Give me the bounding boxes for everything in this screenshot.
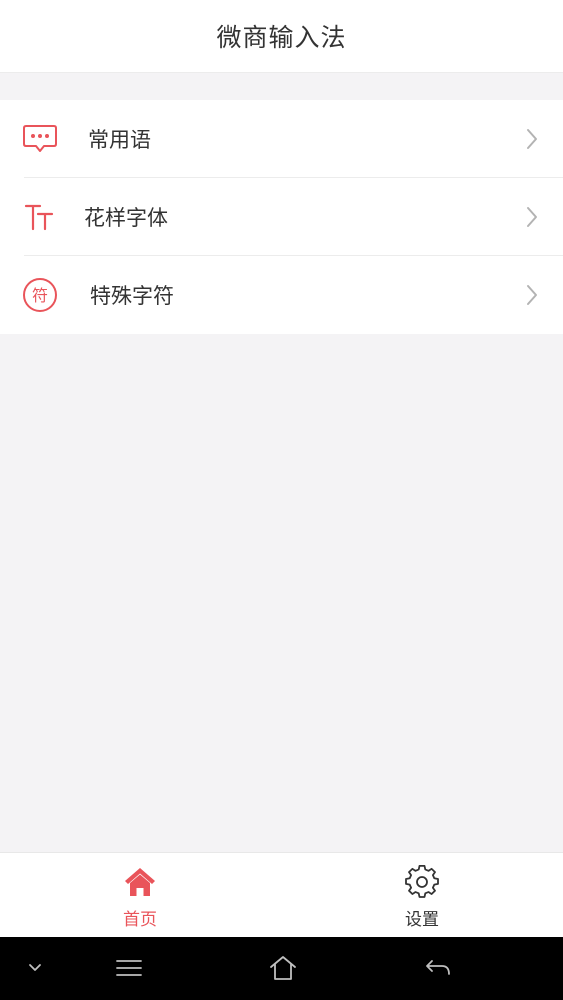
symbol-icon-glyph: 符 xyxy=(32,286,48,305)
menu-item-common-phrases[interactable]: 常用语 xyxy=(0,100,563,178)
tab-label: 首页 xyxy=(123,910,157,930)
symbol-fu-icon: 符 xyxy=(22,277,58,313)
chevron-right-icon xyxy=(525,128,539,150)
menu-item-label: 特殊字符 xyxy=(90,284,174,308)
app-header: 微商输入法 xyxy=(0,0,563,72)
gear-icon xyxy=(405,865,439,899)
menu-item-label: 花样字体 xyxy=(84,206,168,230)
bottom-tab-bar: 首页 设置 xyxy=(0,852,563,938)
menu-icon[interactable] xyxy=(112,951,146,985)
chevron-right-icon xyxy=(525,206,539,228)
tab-home[interactable]: 首页 xyxy=(70,853,210,938)
chevron-right-icon xyxy=(525,284,539,306)
tab-label: 设置 xyxy=(405,910,439,930)
menu-item-label: 常用语 xyxy=(88,128,151,152)
page-title: 微商输入法 xyxy=(216,23,347,52)
back-icon[interactable] xyxy=(421,951,455,985)
menu-list: 常用语 花样字体 符 特殊字符 xyxy=(0,100,563,334)
menu-item-fancy-fonts[interactable]: 花样字体 xyxy=(0,178,563,256)
app-screen: 微商输入法 常用语 花样字体 符 特殊字符 首页 设置 xyxy=(0,0,563,1000)
menu-item-special-symbols[interactable]: 符 特殊字符 xyxy=(0,256,563,334)
home-icon xyxy=(123,865,157,899)
font-tt-icon xyxy=(22,199,58,235)
chevron-down-icon[interactable] xyxy=(18,951,52,985)
home-nav-icon[interactable] xyxy=(266,951,300,985)
system-nav-bar xyxy=(0,937,563,1000)
chat-bubble-icon xyxy=(22,121,58,157)
tab-settings[interactable]: 设置 xyxy=(352,853,492,938)
